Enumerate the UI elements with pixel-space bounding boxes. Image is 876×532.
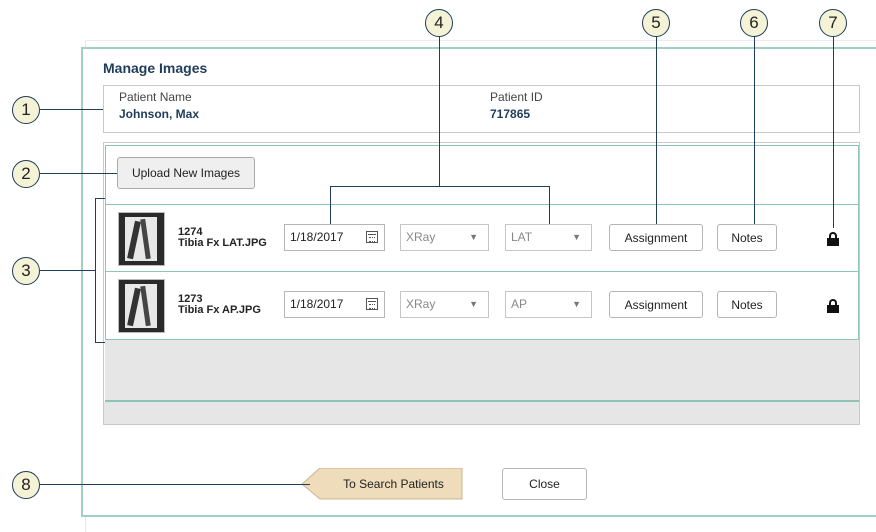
calendar-icon[interactable]	[366, 298, 378, 310]
callout-2: 2	[12, 160, 40, 188]
image-view-value: AP	[511, 297, 528, 311]
to-search-patients-button[interactable]: To Search Patients	[302, 468, 463, 500]
patient-name-value: Johnson, Max	[119, 107, 200, 121]
callout-7: 7	[819, 9, 847, 37]
image-date-value: 1/18/2017	[290, 230, 344, 244]
image-view-select[interactable]: AP ▼	[505, 291, 592, 318]
callout-3-bracket	[95, 198, 105, 343]
callout-4: 4	[425, 9, 453, 37]
callout-1: 1	[12, 96, 40, 124]
notes-button[interactable]: Notes	[717, 291, 777, 318]
patient-id-label: Patient ID	[490, 90, 543, 104]
patient-id-value: 717865	[490, 107, 531, 121]
image-type-value: XRay	[406, 297, 436, 311]
to-search-patients-label: To Search Patients	[343, 477, 444, 491]
image-type-value: XRay	[406, 230, 436, 244]
callout-1-leader	[40, 109, 103, 110]
chevron-down-icon: ▼	[469, 232, 478, 242]
patient-info-panel: Patient Name Johnson, Max Patient ID 717…	[103, 85, 860, 133]
callout-8-leader	[40, 484, 310, 485]
dialog-title: Manage Images	[103, 60, 208, 76]
assignment-button[interactable]: Assignment	[609, 291, 703, 318]
image-thumbnail[interactable]	[118, 212, 165, 266]
image-date-value: 1/18/2017	[290, 297, 344, 311]
image-type-select[interactable]: XRay ▼	[400, 224, 489, 251]
chevron-down-icon: ▼	[469, 299, 478, 309]
image-row: 1273 Tibia Fx AP.JPG 1/18/2017 XRay ▼ AP…	[105, 271, 859, 337]
list-footer	[104, 402, 859, 424]
callout-3: 3	[12, 257, 40, 285]
image-date-field[interactable]: 1/18/2017	[284, 291, 385, 318]
callout-4-bracket	[330, 186, 550, 224]
callout-7-leader	[833, 36, 834, 228]
image-type-select[interactable]: XRay ▼	[400, 291, 489, 318]
callout-4-leader	[439, 36, 440, 186]
callout-5: 5	[642, 9, 670, 37]
callout-6: 6	[740, 9, 768, 37]
patient-name-label: Patient Name	[119, 90, 192, 104]
image-filename: Tibia Fx LAT.JPG	[178, 237, 267, 249]
close-button[interactable]: Close	[502, 468, 587, 500]
callout-5-leader	[656, 36, 657, 224]
callout-8: 8	[12, 471, 40, 499]
callout-6-leader	[754, 36, 755, 224]
image-filename: Tibia Fx AP.JPG	[178, 304, 261, 316]
empty-list-area	[105, 339, 859, 401]
lock-icon[interactable]	[827, 232, 839, 246]
callout-3-leader	[40, 270, 95, 271]
image-thumbnail[interactable]	[118, 279, 165, 333]
chevron-down-icon: ▼	[572, 299, 581, 309]
image-view-select[interactable]: LAT ▼	[505, 224, 592, 251]
lock-icon[interactable]	[827, 299, 839, 313]
chevron-down-icon: ▼	[572, 232, 581, 242]
assignment-button[interactable]: Assignment	[609, 224, 703, 251]
upload-new-images-button[interactable]: Upload New Images	[117, 157, 255, 189]
callout-2-leader	[40, 173, 117, 174]
image-view-value: LAT	[511, 230, 533, 244]
calendar-icon[interactable]	[366, 231, 378, 243]
notes-button[interactable]: Notes	[717, 224, 777, 251]
image-date-field[interactable]: 1/18/2017	[284, 224, 385, 251]
